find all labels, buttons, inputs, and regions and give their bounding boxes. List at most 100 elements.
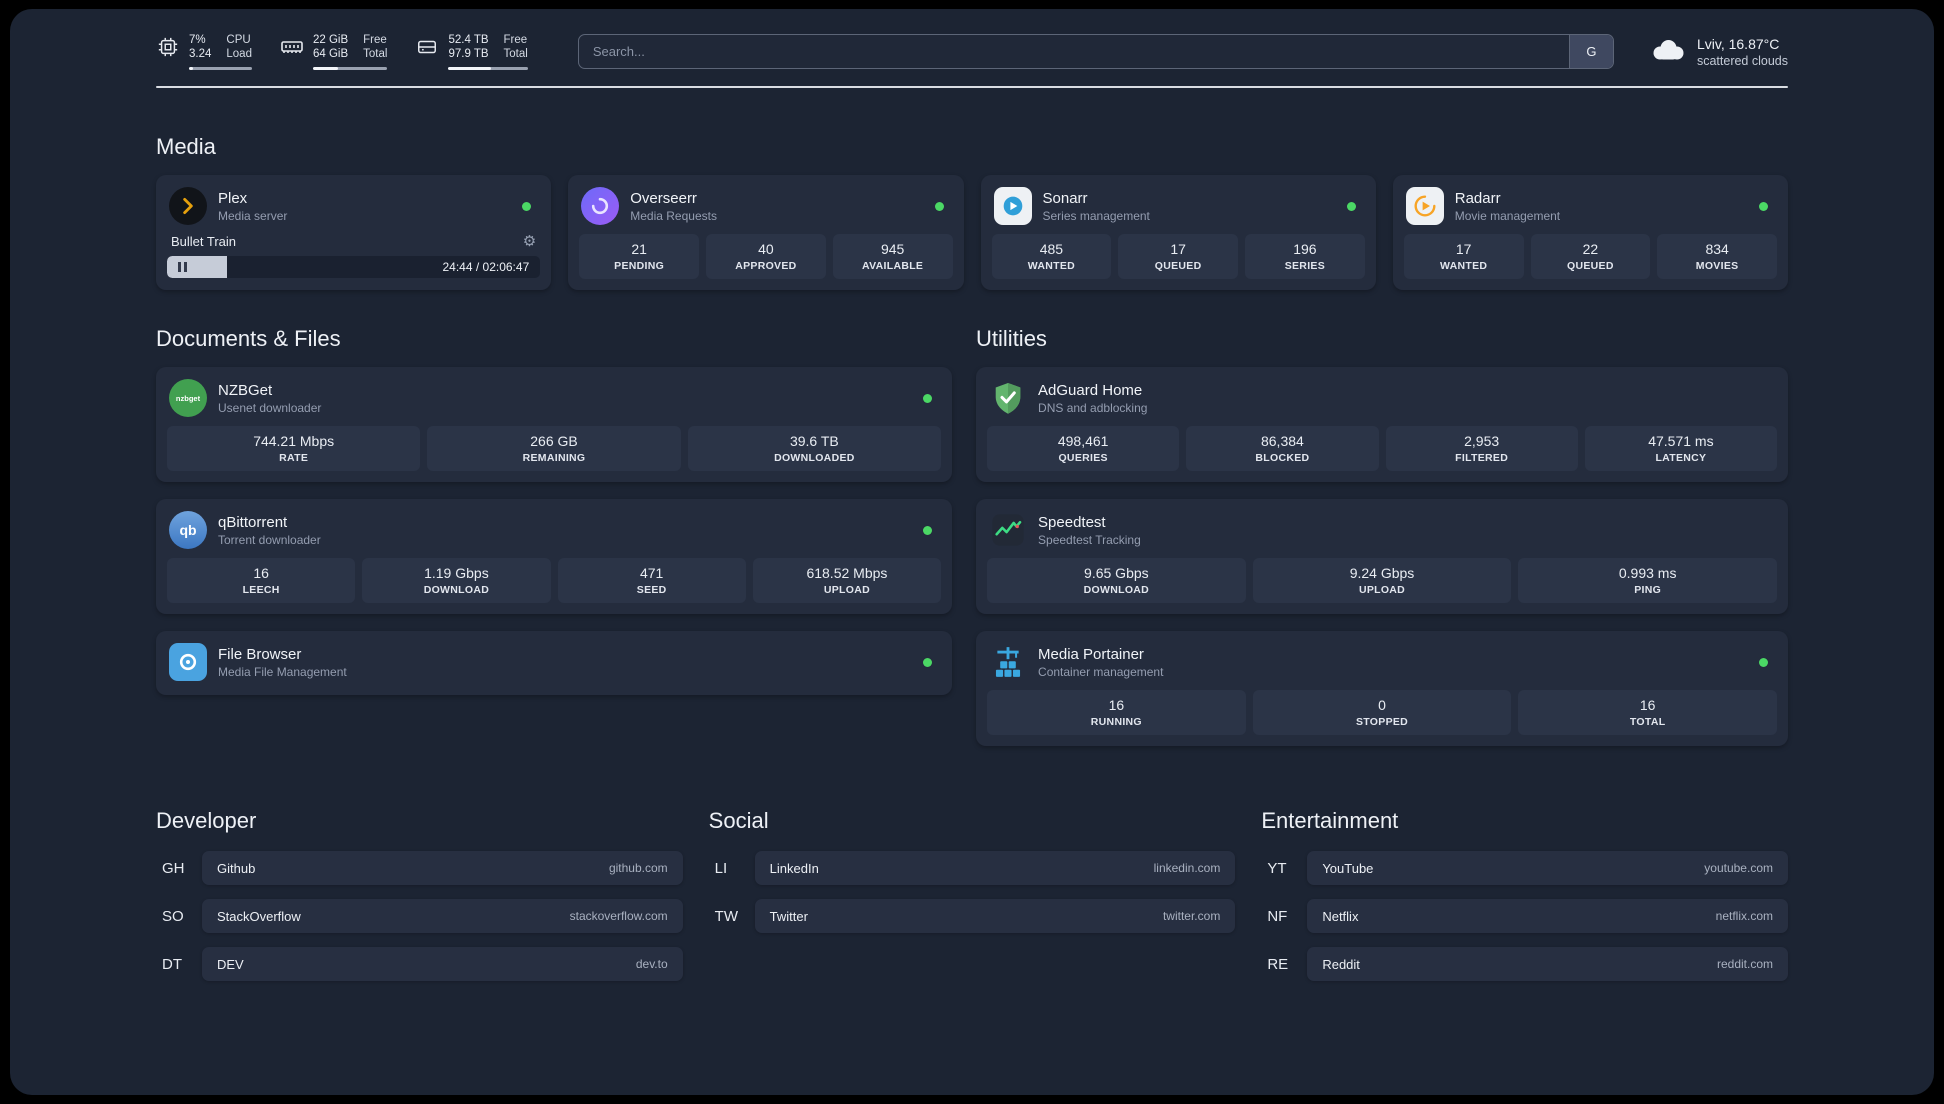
stat-value: 0.993 ms bbox=[1618, 565, 1677, 581]
stat-tile: 86,384 BLOCKED bbox=[1186, 426, 1379, 471]
service-card-qbittorrent[interactable]: qb qBittorrent Torrent downloader 16 LEE… bbox=[156, 499, 953, 614]
cloud-icon bbox=[1650, 36, 1686, 67]
stat-label: MOVIES bbox=[1695, 260, 1739, 272]
pause-icon[interactable] bbox=[178, 262, 187, 272]
stat-label: SERIES bbox=[1284, 260, 1326, 272]
stat-value: 834 bbox=[1705, 241, 1729, 257]
stat-value: 9.65 Gbps bbox=[1084, 565, 1149, 581]
service-card-filebrowser[interactable]: File Browser Media File Management bbox=[156, 631, 953, 695]
radarr-icon bbox=[1405, 187, 1444, 225]
memory-icon bbox=[280, 35, 304, 59]
bookmark-youtube[interactable]: YT YouTube youtube.com bbox=[1261, 851, 1788, 885]
stat-value: 945 bbox=[880, 241, 905, 257]
bookmark-stackoverflow[interactable]: SO StackOverflow stackoverflow.com bbox=[156, 899, 683, 933]
service-name: qBittorrent bbox=[218, 513, 288, 531]
service-card-plex[interactable]: Plex Media server Bullet Train ⚙ 24:44 /… bbox=[156, 175, 552, 290]
disk-free-label: Free bbox=[503, 34, 528, 46]
status-dot bbox=[1759, 201, 1768, 211]
service-subtitle: Media server bbox=[218, 208, 288, 223]
stat-label: RUNNING bbox=[1090, 716, 1142, 728]
playback-progress-bar[interactable]: 24:44 / 02:06:47 bbox=[167, 256, 541, 278]
service-card-sonarr[interactable]: Sonarr Series management 485 WANTED 17 Q… bbox=[980, 175, 1376, 290]
stat-tile: 945 AVAILABLE bbox=[832, 234, 953, 279]
stat-value: 16 bbox=[253, 565, 269, 581]
bookmark-group-title: Developer bbox=[156, 808, 257, 833]
utilities-section: Utilities AdGuard Home DNS and adblockin… bbox=[976, 326, 1788, 746]
service-name: AdGuard Home bbox=[1038, 381, 1143, 399]
service-subtitle: Media File Management bbox=[218, 664, 347, 679]
memory-total-value: 64 GiB bbox=[312, 48, 349, 60]
stat-label: WANTED bbox=[1439, 260, 1488, 272]
stat-value: 16 bbox=[1639, 697, 1656, 713]
stat-label: DOWNLOAD bbox=[423, 584, 490, 596]
memory-widget: 22 GiB 64 GiB Free Total bbox=[280, 33, 388, 70]
stat-tile: 0 STOPPED bbox=[1252, 690, 1512, 735]
stat-tile: 21 PENDING bbox=[579, 234, 699, 279]
stat-value: 618.52 Mbps bbox=[806, 565, 888, 581]
weather-widget: Lviv, 16.87°C scattered clouds bbox=[1650, 35, 1788, 69]
bookmark-reddit[interactable]: RE Reddit reddit.com bbox=[1261, 947, 1788, 981]
bookmark-abbr: GH bbox=[162, 859, 185, 877]
stat-tile: 9.65 Gbps DOWNLOAD bbox=[987, 558, 1246, 603]
disk-total-value: 97.9 TB bbox=[448, 48, 489, 60]
bookmark-url: stackoverflow.com bbox=[569, 909, 668, 923]
stat-label: AVAILABLE bbox=[862, 260, 924, 272]
stat-label: WANTED bbox=[1027, 260, 1076, 272]
bookmark-github[interactable]: GH Github github.com bbox=[156, 851, 683, 885]
stat-label: PENDING bbox=[614, 260, 665, 272]
service-card-nzbget[interactable]: nzbget NZBGet Usenet downloader 744.21 M… bbox=[156, 367, 953, 482]
stat-label: UPLOAD bbox=[823, 584, 870, 596]
status-dot bbox=[934, 201, 944, 211]
stat-value: 485 bbox=[1039, 241, 1064, 257]
service-card-radarr[interactable]: Radarr Movie management 17 WANTED 22 QUE… bbox=[1392, 175, 1788, 290]
service-card-adguard[interactable]: AdGuard Home DNS and adblocking 498,461 … bbox=[976, 367, 1788, 482]
service-subtitle: Speedtest Tracking bbox=[1038, 532, 1141, 547]
bookmark-linkedin[interactable]: LI LinkedIn linkedin.com bbox=[709, 851, 1236, 885]
gear-icon[interactable]: ⚙ bbox=[523, 234, 536, 249]
bookmark-group-title: Social bbox=[708, 808, 769, 833]
section-title-documents: Documents & Files bbox=[156, 326, 341, 351]
stat-tile: 16 TOTAL bbox=[1518, 690, 1777, 735]
stat-tile: 618.52 Mbps UPLOAD bbox=[752, 558, 942, 603]
cpu-icon bbox=[156, 35, 180, 59]
stat-label: SEED bbox=[636, 584, 667, 596]
service-card-portainer[interactable]: Media Portainer Container management 16 … bbox=[976, 631, 1788, 746]
stat-tile: 16 LEECH bbox=[167, 558, 356, 603]
disk-icon bbox=[415, 35, 439, 59]
stat-value: 498,461 bbox=[1057, 433, 1109, 449]
filebrowser-icon bbox=[169, 643, 207, 681]
service-card-overseerr[interactable]: Overseerr Media Requests 21 PENDING 40 A… bbox=[568, 175, 964, 290]
stat-value: 22 bbox=[1582, 241, 1599, 257]
service-card-speedtest[interactable]: Speedtest Speedtest Tracking 9.65 Gbps D… bbox=[976, 499, 1788, 614]
bookmark-dev[interactable]: DT DEV dev.to bbox=[156, 947, 683, 981]
stat-label: RATE bbox=[279, 452, 309, 464]
stat-value: 17 bbox=[1170, 241, 1186, 257]
stat-tile: 498,461 QUERIES bbox=[987, 426, 1180, 471]
stat-label: REMAINING bbox=[522, 452, 586, 464]
memory-free-label: Free bbox=[363, 34, 387, 46]
stat-label: LATENCY bbox=[1655, 452, 1707, 464]
bookmark-name: StackOverflow bbox=[217, 908, 301, 924]
search-input[interactable] bbox=[578, 35, 1569, 68]
stat-tile: 196 SERIES bbox=[1245, 234, 1365, 279]
search-provider-button[interactable]: G bbox=[1568, 35, 1613, 68]
section-title-media: Media bbox=[156, 134, 216, 159]
stat-label: PING bbox=[1634, 584, 1662, 596]
stat-value: 40 bbox=[758, 241, 774, 257]
stat-value: 744.21 Mbps bbox=[253, 433, 335, 449]
stat-tile: 22 QUEUED bbox=[1530, 234, 1651, 279]
bookmark-netflix[interactable]: NF Netflix netflix.com bbox=[1261, 899, 1788, 933]
service-subtitle: DNS and adblocking bbox=[1038, 400, 1148, 415]
status-dot bbox=[923, 657, 933, 667]
stat-value: 266 GB bbox=[530, 433, 578, 449]
stat-value: 21 bbox=[631, 241, 647, 257]
weather-location: Lviv, 16.87°C bbox=[1696, 35, 1780, 52]
bookmark-url: twitter.com bbox=[1162, 909, 1221, 923]
adguard-icon bbox=[989, 379, 1027, 417]
stat-value: 471 bbox=[639, 565, 664, 581]
bookmark-name: Github bbox=[217, 860, 256, 876]
bookmark-name: Twitter bbox=[769, 908, 808, 924]
weather-condition: scattered clouds bbox=[1696, 53, 1788, 68]
memory-progress-bar bbox=[312, 67, 388, 70]
bookmark-twitter[interactable]: TW Twitter twitter.com bbox=[709, 899, 1236, 933]
